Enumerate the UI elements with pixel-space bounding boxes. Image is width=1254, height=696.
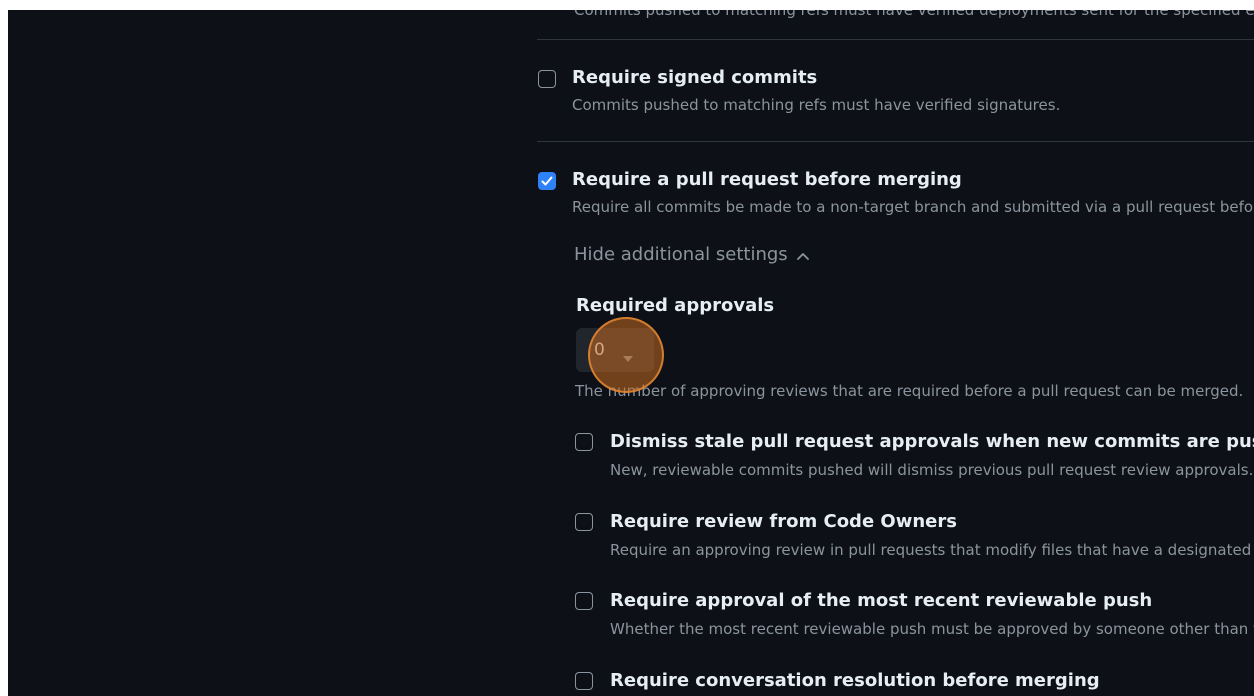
divider [537, 141, 1254, 142]
required-approvals-select[interactable]: 0 [576, 328, 654, 372]
signed-commits-description: Commits pushed to matching refs must hav… [572, 96, 1061, 114]
pull-request-checkbox[interactable] [538, 172, 556, 190]
dismiss-stale-approvals-title: Dismiss stale pull request approvals whe… [610, 431, 1254, 452]
recent-push-approval-title: Require approval of the most recent revi… [610, 590, 1153, 611]
code-owners-review-title: Require review from Code Owners [610, 511, 957, 532]
signed-commits-checkbox[interactable] [538, 70, 556, 88]
divider [537, 39, 1254, 40]
hide-additional-settings-toggle[interactable]: Hide additional settings [574, 244, 810, 266]
required-approvals-label: Required approvals [576, 295, 775, 316]
settings-panel: Commits pushed to matching refs must hav… [8, 10, 1254, 696]
dismiss-stale-approvals-description: New, reviewable commits pushed will dism… [610, 461, 1254, 479]
pull-request-title: Require a pull request before merging [572, 169, 962, 190]
toggle-label: Hide additional settings [574, 244, 788, 265]
dismiss-stale-approvals-checkbox[interactable] [575, 433, 593, 451]
recent-push-approval-checkbox[interactable] [575, 592, 593, 610]
checkmark-icon [541, 176, 553, 186]
conversation-resolution-checkbox[interactable] [575, 672, 593, 690]
truncated-description: Commits pushed to matching refs must hav… [574, 10, 1254, 19]
recent-push-approval-description: Whether the most recent reviewable push … [610, 620, 1254, 638]
code-owners-review-description: Require an approving review in pull requ… [610, 541, 1254, 559]
code-owners-review-checkbox[interactable] [575, 513, 593, 531]
pull-request-description: Require all commits be made to a non-tar… [572, 198, 1254, 216]
signed-commits-title: Require signed commits [572, 67, 818, 88]
required-approvals-value: 0 [594, 340, 605, 360]
chevron-up-icon [796, 245, 810, 266]
required-approvals-help: The number of approving reviews that are… [575, 382, 1244, 400]
conversation-resolution-title: Require conversation resolution before m… [610, 670, 1100, 691]
caret-down-icon [623, 347, 633, 366]
